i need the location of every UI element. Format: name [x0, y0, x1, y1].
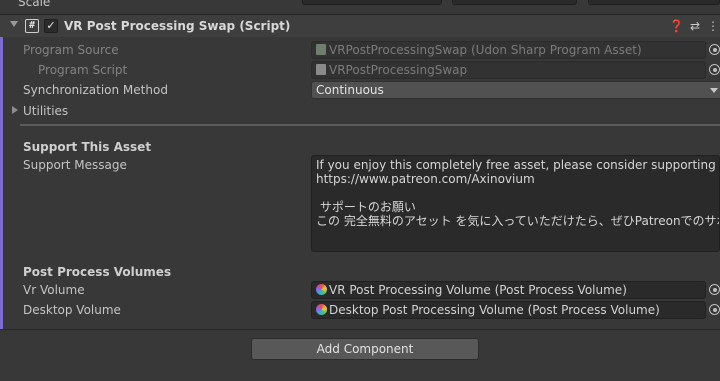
object-picker-icon[interactable] — [709, 284, 720, 295]
sync-method-row: Synchronization Method Continuous — [0, 80, 720, 100]
object-picker-icon[interactable] — [709, 304, 720, 315]
sync-method-label: Synchronization Method — [23, 83, 168, 97]
program-source-row: Program Source VRPostProcessingSwap (Udo… — [0, 40, 720, 60]
scale-label: Scale — [18, 0, 51, 9]
support-line-2: https://www.patreon.com/Axinovium — [316, 172, 535, 186]
add-component-button[interactable]: Add Component — [251, 338, 479, 360]
support-line-4: サポートのお願い — [316, 200, 416, 214]
desktop-volume-field[interactable]: Desktop Post Processing Volume (Post Pro… — [311, 301, 706, 319]
chevron-down-icon — [710, 88, 718, 93]
support-line-3 — [316, 186, 719, 200]
scale-x-field[interactable] — [302, 0, 442, 5]
volumes-heading: Post Process Volumes — [23, 265, 172, 279]
object-picker-icon[interactable] — [709, 64, 720, 75]
component-title: VR Post Processing Swap (Script) — [64, 19, 291, 33]
support-heading: Support This Asset — [23, 140, 152, 154]
desktop-volume-row: Desktop Volume Desktop Post Processing V… — [0, 300, 720, 320]
vr-volume-value: VR Post Processing Volume (Post Process … — [329, 283, 627, 297]
program-source-field: VRPostProcessingSwap (Udon Sharp Program… — [311, 41, 706, 59]
post-process-volume-icon — [316, 284, 327, 295]
foldout-arrow-icon[interactable] — [10, 21, 18, 27]
post-process-volume-icon — [316, 304, 327, 315]
help-icon[interactable]: ❓ — [669, 18, 684, 34]
program-source-label: Program Source — [23, 43, 119, 57]
script-icon: # — [25, 19, 39, 33]
program-script-field: VRPostProcessingSwap — [311, 61, 706, 79]
vr-volume-field[interactable]: VR Post Processing Volume (Post Process … — [311, 281, 706, 299]
scale-y-field[interactable] — [452, 0, 577, 5]
scale-z-field[interactable] — [588, 0, 720, 5]
program-script-row: Program Script VRPostProcessingSwap — [0, 60, 720, 80]
section-divider — [20, 124, 720, 126]
utilities-label: Utilities — [23, 104, 69, 118]
udon-asset-icon — [316, 44, 326, 55]
program-script-label: Program Script — [38, 63, 128, 77]
vr-volume-label: Vr Volume — [23, 283, 85, 297]
desktop-volume-value: Desktop Post Processing Volume (Post Pro… — [329, 303, 660, 317]
vr-volume-row: Vr Volume VR Post Processing Volume (Pos… — [0, 280, 720, 300]
support-message-label: Support Message — [23, 158, 127, 172]
program-source-value: VRPostProcessingSwap (Udon Sharp Program… — [329, 43, 642, 57]
more-icon[interactable]: ⋮ — [706, 18, 720, 34]
support-line-1: If you enjoy this completely free asset,… — [316, 158, 720, 172]
component-bottom-separator — [0, 329, 720, 330]
utilities-foldout[interactable]: Utilities — [0, 101, 720, 121]
transform-scale-row: Scale — [0, 0, 720, 14]
sync-method-dropdown[interactable]: Continuous — [311, 81, 720, 99]
support-line-5: この 完全無料のアセット を気に入っていただけたら、ぜひPatreonでのサポ — [316, 214, 720, 228]
desktop-volume-label: Desktop Volume — [23, 303, 121, 317]
presets-icon[interactable]: ⇄ — [688, 18, 702, 34]
sync-method-value: Continuous — [316, 83, 384, 97]
object-picker-icon[interactable] — [709, 44, 720, 55]
support-message-textarea[interactable]: If you enjoy this completely free asset,… — [311, 155, 720, 252]
program-script-value: VRPostProcessingSwap — [329, 63, 468, 77]
component-header[interactable]: # ✓ VR Post Processing Swap (Script) ❓ ⇄… — [0, 15, 720, 37]
component-enabled-checkbox[interactable]: ✓ — [44, 19, 58, 33]
script-file-icon — [316, 64, 326, 75]
foldout-right-icon[interactable] — [12, 106, 18, 114]
